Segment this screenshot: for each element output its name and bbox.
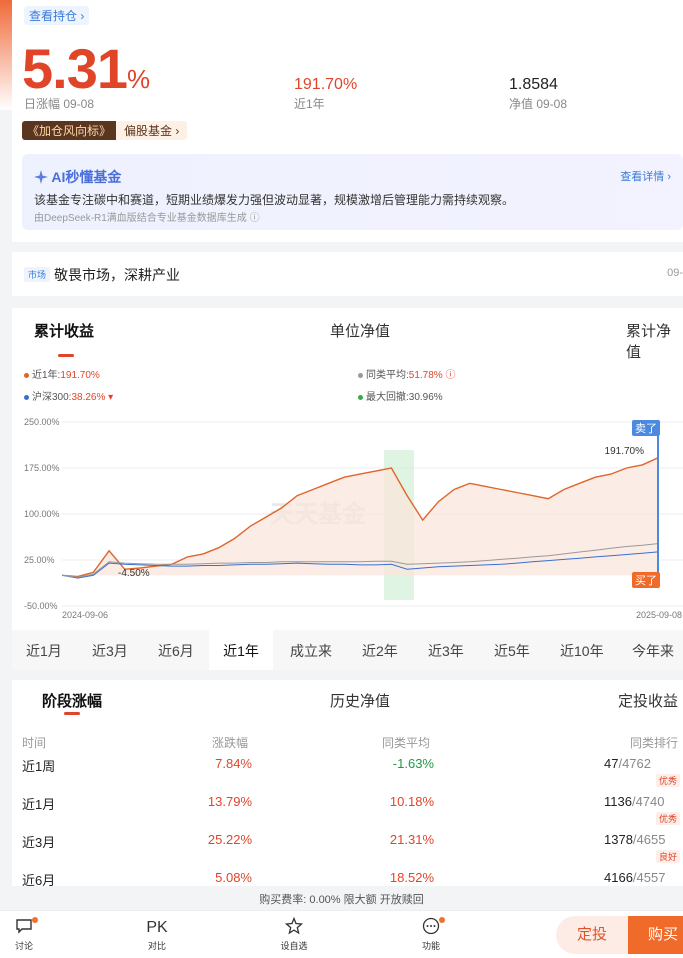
y-tick-label: 250.00% — [24, 417, 60, 427]
row-period: 近1周 — [22, 759, 56, 774]
period-option[interactable]: 近1年 — [209, 630, 273, 670]
header-average: 同类平均 — [382, 736, 431, 750]
row-average: 18.52% — [389, 870, 434, 885]
accent-bar — [0, 0, 12, 110]
ai-source-note: 由DeepSeek-R1满血版结合专业基金数据库生成 ⓘ — [34, 213, 260, 224]
period-option[interactable]: 近5年 — [494, 641, 530, 661]
period-selector: 近1月 近3月 近6月 近1年 成立来 近2年 近3年 近5年 近10年 今年来 — [12, 630, 683, 670]
table-row[interactable]: 近1周 7.84% -1.63% 47/4762 优秀 — [12, 752, 683, 790]
y-tick-label: 175.00% — [24, 463, 60, 473]
discuss-button[interactable]: 讨论 — [4, 917, 44, 952]
y-tick-label: 100.00% — [24, 509, 60, 519]
row-average: 10.18% — [389, 794, 434, 809]
more-icon — [422, 917, 440, 935]
low-value-label: -4.50% — [118, 568, 150, 579]
tab-fixed-return[interactable]: 定投收益 — [618, 690, 678, 711]
row-change: 5.08% — [215, 870, 252, 885]
period-option[interactable]: 近1月 — [26, 641, 62, 661]
fund-type-tag: 偏股基金 › — [116, 120, 188, 140]
sell-marker-label: 卖了 — [635, 422, 657, 435]
fund-summary-card: 查看持仓 › 5.31% 日涨幅 09-08 191.70% 近1年 1.858… — [12, 0, 683, 242]
chart-card: 累计收益 单位净值 累计净值 近1年:191.70% 同类平均:51.78% ⓘ… — [12, 308, 683, 670]
period-option[interactable]: 近2年 — [362, 641, 398, 661]
pk-icon: PK — [146, 919, 168, 936]
rank-badge: 良好 — [656, 850, 681, 863]
x-start-label: 2024-09-06 — [62, 610, 108, 620]
row-average: 21.31% — [389, 832, 434, 847]
function-button[interactable]: 功能 — [411, 917, 451, 952]
row-period: 近6月 — [22, 873, 56, 886]
row-change: 13.79% — [207, 794, 252, 809]
ai-detail-link[interactable]: 查看详情 › — [620, 168, 671, 184]
buy-button[interactable]: 购买 — [628, 916, 683, 954]
table-row[interactable]: 近1月 13.79% 10.18% 1136/4740 优秀 — [12, 790, 683, 828]
topic-tag: 市场 — [24, 267, 51, 282]
compare-button[interactable]: PK 对比 — [137, 917, 177, 952]
header-rank: 同类排行 — [630, 736, 679, 750]
signal-tag: 《加仓风向标》 — [22, 120, 117, 140]
period-option[interactable]: 近3月 — [92, 641, 128, 661]
rank-badge: 优秀 — [656, 812, 681, 825]
x-end-label: 2025-09-08 — [636, 610, 682, 620]
row-rank: 1378/4655 — [604, 832, 666, 847]
row-change: 25.22% — [207, 832, 252, 847]
returns-card: 阶段涨幅 历史净值 定投收益 时间 涨跌幅 同类平均 同类排行 近1周 7.84%… — [12, 680, 683, 886]
topic-date: 09- — [667, 267, 683, 279]
tab-underline — [58, 354, 74, 357]
tab-underline — [64, 712, 80, 715]
year-return-label: 近1年 — [294, 97, 325, 111]
period-option[interactable]: 近10年 — [560, 641, 604, 661]
star-plus-icon — [284, 916, 304, 935]
period-option[interactable]: 近6月 — [158, 641, 194, 661]
header-change: 涨跌幅 — [212, 736, 249, 750]
buy-marker-label: 买了 — [635, 574, 657, 587]
tab-cumulative-nav[interactable]: 累计净值 — [626, 320, 683, 362]
table-row[interactable]: 近6月 5.08% 18.52% 4166/4557 — [12, 866, 683, 886]
tab-history-nav[interactable]: 历史净值 — [330, 690, 390, 711]
row-period: 近1月 — [22, 797, 56, 812]
view-holding-link[interactable]: 查看持仓 › — [24, 6, 90, 25]
legend-fund[interactable]: 近1年:191.70% — [24, 366, 100, 381]
ai-summary-text: 该基金专注碳中和赛道，短期业绩爆发力强但波动显著，规模激增后管理能力需持续观察。 — [34, 193, 515, 207]
fund-tag[interactable]: 《加仓风向标》 偏股基金 › — [22, 120, 188, 140]
period-option[interactable]: 成立来 — [290, 641, 332, 661]
legend-index[interactable]: 沪深300:38.26% ▾ — [24, 388, 113, 403]
chat-bubble-icon — [16, 919, 32, 934]
period-option[interactable]: 近3年 — [428, 641, 464, 661]
bottom-bar: 讨论 PK 对比 设自选 功能 定投 购买 — [0, 910, 683, 958]
nav-label: 净值 09-08 — [509, 97, 568, 111]
row-rank: 47/4762 — [604, 756, 652, 771]
header-period: 时间 — [22, 736, 47, 750]
y-tick-label: -50.00% — [24, 601, 58, 611]
rank-badge: 优秀 — [656, 774, 681, 787]
tab-cumulative-return[interactable]: 累计收益 — [34, 320, 94, 341]
row-period: 近3月 — [22, 835, 56, 850]
daily-change-value: 5.31% — [22, 37, 150, 100]
legend-peer[interactable]: 同类平均:51.78% ⓘ — [358, 366, 455, 381]
return-chart[interactable]: 天天基金 250.00%175.00%100.00%25.00%-50.00% … — [12, 410, 683, 630]
end-value-label: 191.70% — [605, 446, 645, 457]
year-return-value: 191.70% — [294, 76, 358, 93]
fee-info: 购买费率: 0.00% 限大额 开放赎回 — [259, 894, 424, 906]
row-rank: 4166/4557 — [604, 870, 666, 885]
row-average: -1.63% — [392, 756, 434, 771]
y-tick-label: 25.00% — [24, 555, 55, 565]
chart-tabs: 累计收益 单位净值 累计净值 — [12, 320, 683, 361]
ai-title: AI秒懂基金 — [34, 167, 121, 187]
period-option[interactable]: 今年来 — [632, 641, 674, 661]
tab-unit-nav[interactable]: 单位净值 — [330, 320, 390, 341]
watchlist-button[interactable]: 设自选 — [274, 916, 314, 952]
nav-value: 1.8584 — [509, 76, 558, 93]
ai-summary-box: AI秒懂基金 查看详情 › 该基金专注碳中和赛道，短期业绩爆发力强但波动显著，规… — [22, 154, 683, 230]
topic-text: 敬畏市场，深耕产业 — [54, 267, 180, 283]
sparkle-icon — [34, 170, 48, 184]
legend-drawdown[interactable]: 最大回撤:30.96% — [358, 388, 443, 403]
topic-card[interactable]: 市场 敬畏市场，深耕产业 09- — [12, 252, 683, 296]
table-row[interactable]: 近3月 25.22% 21.31% 1378/4655 良好 — [12, 828, 683, 866]
row-rank: 1136/4740 — [604, 794, 665, 809]
daily-change-label: 日涨幅 09-08 — [24, 97, 95, 111]
row-change: 7.84% — [215, 756, 252, 771]
fixed-invest-button[interactable]: 定投 — [556, 916, 628, 954]
tab-stage-return[interactable]: 阶段涨幅 — [42, 690, 102, 711]
